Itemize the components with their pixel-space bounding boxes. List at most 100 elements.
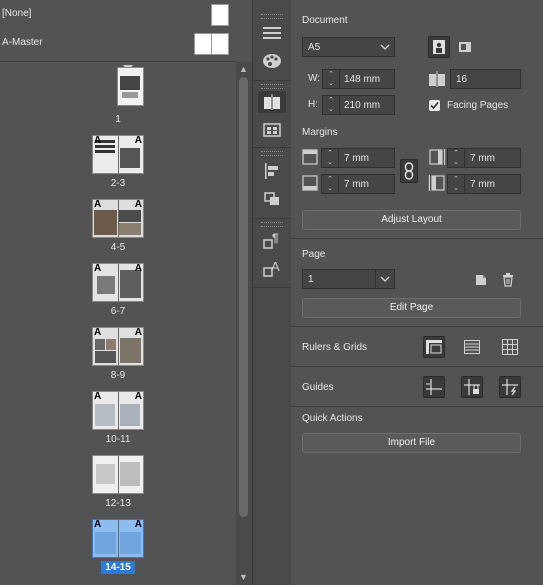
svg-text:A: A [271,260,280,274]
quick-actions-section-title: Quick Actions [302,413,363,424]
scroll-down-icon[interactable]: ▼ [239,572,248,582]
strip-grip-4[interactable] [261,222,283,227]
margin-inside-field[interactable]: ⌃ ⌄ 7 mm [447,148,521,168]
spread-12-13-label: 12-13 [105,498,131,509]
margin-outside-field[interactable]: ⌃ ⌄ 7 mm [447,174,521,194]
margin-outside-value: 7 mm [470,179,495,190]
width-value: 148 mm [344,74,381,85]
facing-pages-label: Facing Pages [447,100,509,111]
spread-12-13-thumbnail[interactable] [92,455,144,494]
smart-guides-icon[interactable] [499,376,521,398]
margin-bottom-value: 7 mm [344,179,369,190]
spread-6-7-thumbnail[interactable]: A A [92,263,144,302]
pages-panel-icon[interactable] [258,91,286,113]
margin-bottom-field[interactable]: ⌃ ⌄ 7 mm [321,174,395,194]
section-divider [291,406,543,407]
scroll-up-icon[interactable]: ▲ [239,64,248,74]
pages-count-icon [428,71,446,90]
margin-top-field[interactable]: ⌃ ⌄ 7 mm [321,148,395,168]
pathfinder-icon[interactable] [258,188,286,210]
margin-bottom-icon [302,175,318,194]
margin-inside-stepper[interactable]: ⌃ ⌄ [450,150,462,166]
panel-icon-strip: ¶ A [252,0,292,585]
import-file-button[interactable]: Import File [302,433,521,453]
master-none-thumbnail[interactable] [211,4,229,26]
rulers-icon[interactable] [423,336,445,358]
spread-10-11-thumbnail[interactable]: A A [92,391,144,430]
new-page-icon[interactable] [470,269,492,291]
guides-section-title: Guides [302,382,334,393]
width-field[interactable]: ⌃ ⌄ 148 mm [322,69,395,89]
svg-text:¶: ¶ [272,232,279,245]
properties-panel: Document A5 W: ⌃ ⌄ 148 mm H: ⌃ ⌄ 210 mm 16… [291,0,543,585]
spread-4-5-thumbnail[interactable]: A A [92,199,144,238]
section-divider [291,366,543,367]
spread-1-label: 1 [115,114,121,125]
landscape-orientation-icon[interactable] [454,36,476,58]
master-none-label: [None] [2,8,32,19]
page-size-value: A5 [308,42,321,53]
page-select-dropdown[interactable]: 1 [302,269,395,289]
strip-grip-2[interactable] [261,84,283,89]
margin-bottom-stepper[interactable]: ⌃ ⌄ [324,176,336,192]
spread-2-3-thumbnail[interactable]: A A [92,135,144,174]
pages-scrollbar[interactable]: ▲ ▼ [236,62,252,585]
height-field[interactable]: ⌃ ⌄ 210 mm [322,95,395,115]
height-stepper[interactable]: ⌃ ⌄ [325,97,337,113]
margin-top-value: 7 mm [344,153,369,164]
margin-inside-value: 7 mm [470,153,495,164]
chevron-down-icon [376,38,394,56]
show-guides-icon[interactable] [423,376,445,398]
checkmark-icon [430,101,439,110]
page-1-thumbnail[interactable] [117,67,144,106]
pages-list: 1 A A 2-3 A A 4-5 A A 6-7 A A 8-9 A A 10… [0,62,236,585]
spread-14-15-thumbnail[interactable]: A A [92,519,144,558]
page-size-dropdown[interactable]: A5 [302,37,395,57]
pages-count-value: 16 [456,74,468,85]
rulers-grids-section-title: Rulers & Grids [302,342,368,353]
margin-outside-icon [428,175,446,194]
margin-inside-icon [428,149,446,168]
delete-page-trash-icon[interactable] [497,269,519,291]
spread-6-7-label: 6-7 [110,306,126,317]
pages-scroll-thumb[interactable] [239,77,248,517]
edit-page-button[interactable]: Edit Page [302,298,521,318]
master-a-row[interactable]: A-Master [0,29,236,57]
portrait-orientation-icon[interactable] [428,36,450,58]
layers-icon[interactable] [258,119,286,141]
facing-pages-checkbox[interactable] [429,100,440,111]
margin-outside-stepper[interactable]: ⌃ ⌄ [450,176,462,192]
align-icon[interactable] [258,160,286,182]
adjust-layout-button[interactable]: Adjust Layout [302,210,521,230]
paragraph-styles-icon[interactable]: ¶ [258,230,286,252]
page-section-title: Page [302,249,326,260]
master-a-right-thumbnail[interactable] [211,33,229,55]
page-select-value: 1 [308,274,314,285]
link-margins-chain-icon[interactable] [400,159,418,183]
master-a-left-thumbnail[interactable] [194,33,212,55]
document-section-title: Document [302,15,348,26]
section-divider [291,326,543,327]
spread-8-9-thumbnail[interactable]: A A [92,327,144,366]
pages-panel: [None] A-Master 1 A A 2-3 A A 4-5 A A 6-… [0,0,252,585]
baseline-grid-icon[interactable] [461,336,483,358]
margin-top-stepper[interactable]: ⌃ ⌄ [324,150,336,166]
margin-top-icon [302,149,318,168]
width-label: W: [308,73,321,84]
strip-grip[interactable] [261,14,283,19]
width-stepper[interactable]: ⌃ ⌄ [325,71,337,87]
spread-8-9-label: 8-9 [110,370,126,381]
spread-14-15-label: 14-15 [0,561,236,574]
document-grid-icon[interactable] [499,336,521,358]
lock-guides-icon[interactable] [461,376,483,398]
swatches-palette-icon[interactable] [258,50,286,72]
character-styles-icon[interactable]: A [258,258,286,280]
master-a-label: A-Master [2,37,43,48]
strip-grip-3[interactable] [261,151,283,156]
menu-icon[interactable] [258,22,286,44]
master-none-row[interactable]: [None] [0,0,236,28]
pages-count-field[interactable]: 16 [450,69,521,89]
section-divider [291,238,543,239]
spread-2-3-label: 2-3 [110,178,126,189]
spread-4-5-label: 4-5 [110,242,126,253]
